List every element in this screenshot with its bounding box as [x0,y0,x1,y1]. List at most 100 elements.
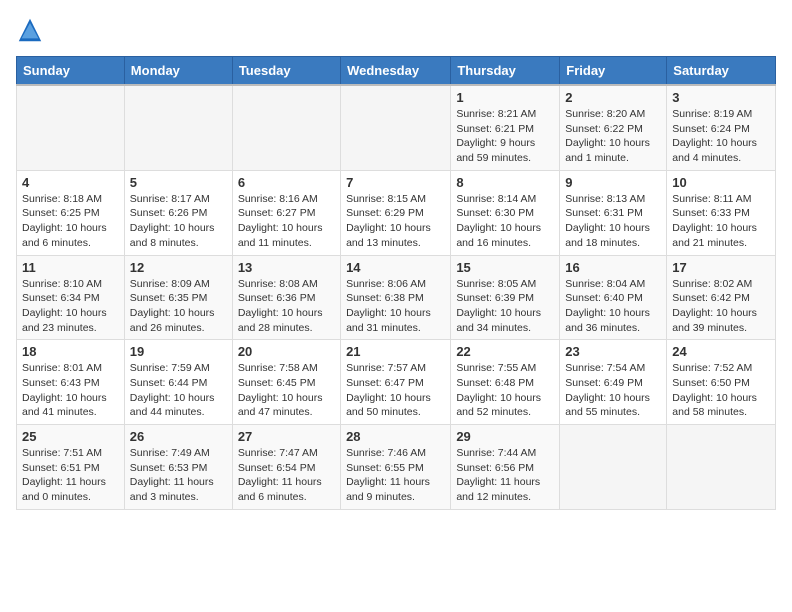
day-number: 19 [130,344,227,359]
calendar-cell: 12 Sunrise: 8:09 AM Sunset: 6:35 PM Dayli… [124,255,232,340]
calendar-cell: 26Sunrise: 7:49 AM Sunset: 6:53 PM Dayli… [124,425,232,510]
logo-icon [16,16,44,44]
calendar-cell [560,425,667,510]
day-number: 15 [456,260,554,275]
calendar-cell: 9 Sunrise: 8:13 AM Sunset: 6:31 PM Daylig… [560,170,667,255]
day-info: Sunrise: 8:09 AM Sunset: 6:35 PM Dayligh… [130,277,227,336]
calendar-cell: 7Sunrise: 8:15 AM Sunset: 6:29 PM Daylig… [341,170,451,255]
day-number: 17 [672,260,770,275]
calendar-cell: 2 Sunrise: 8:20 AM Sunset: 6:22 PM Daylig… [560,85,667,170]
week-row-5: 25Sunrise: 7:51 AM Sunset: 6:51 PM Dayli… [17,425,776,510]
day-info: Sunrise: 7:55 AM Sunset: 6:48 PM Dayligh… [456,361,554,420]
calendar-body: 1 Sunrise: 8:21 AM Sunset: 6:21 PM Daylig… [17,85,776,509]
day-number: 8 [456,175,554,190]
calendar-cell: 21Sunrise: 7:57 AM Sunset: 6:47 PM Dayli… [341,340,451,425]
day-number: 27 [238,429,335,444]
week-row-1: 1 Sunrise: 8:21 AM Sunset: 6:21 PM Daylig… [17,85,776,170]
day-number: 25 [22,429,119,444]
day-info: Sunrise: 8:20 AM Sunset: 6:22 PM Dayligh… [565,107,661,166]
calendar-cell [124,85,232,170]
day-info: Sunrise: 7:52 AM Sunset: 6:50 PM Dayligh… [672,361,770,420]
weekday-header-saturday: Saturday [667,57,776,86]
day-number: 26 [130,429,227,444]
weekday-header-friday: Friday [560,57,667,86]
calendar-header: SundayMondayTuesdayWednesdayThursdayFrid… [17,57,776,86]
day-number: 21 [346,344,445,359]
day-number: 1 [456,90,554,105]
weekday-header-thursday: Thursday [451,57,560,86]
day-info: Sunrise: 8:17 AM Sunset: 6:26 PM Dayligh… [130,192,227,251]
day-info: Sunrise: 8:05 AM Sunset: 6:39 PM Dayligh… [456,277,554,336]
day-info: Sunrise: 8:15 AM Sunset: 6:29 PM Dayligh… [346,192,445,251]
calendar-cell: 3 Sunrise: 8:19 AM Sunset: 6:24 PM Daylig… [667,85,776,170]
day-number: 9 [565,175,661,190]
calendar-cell: 27Sunrise: 7:47 AM Sunset: 6:54 PM Dayli… [232,425,340,510]
day-number: 20 [238,344,335,359]
calendar-cell: 18Sunrise: 8:01 AM Sunset: 6:43 PM Dayli… [17,340,125,425]
weekday-header-monday: Monday [124,57,232,86]
calendar-cell: 15 Sunrise: 8:05 AM Sunset: 6:39 PM Dayli… [451,255,560,340]
day-number: 24 [672,344,770,359]
day-info: Sunrise: 8:10 AM Sunset: 6:34 PM Dayligh… [22,277,119,336]
day-info: Sunrise: 7:59 AM Sunset: 6:44 PM Dayligh… [130,361,227,420]
day-number: 12 [130,260,227,275]
week-row-4: 18Sunrise: 8:01 AM Sunset: 6:43 PM Dayli… [17,340,776,425]
week-row-2: 4 Sunrise: 8:18 AM Sunset: 6:25 PM Daylig… [17,170,776,255]
day-number: 28 [346,429,445,444]
calendar-cell: 19 Sunrise: 7:59 AM Sunset: 6:44 PM Dayli… [124,340,232,425]
calendar-cell: 6Sunrise: 8:16 AM Sunset: 6:27 PM Daylig… [232,170,340,255]
day-number: 11 [22,260,119,275]
calendar-cell: 4 Sunrise: 8:18 AM Sunset: 6:25 PM Daylig… [17,170,125,255]
logo [16,16,48,44]
day-number: 14 [346,260,445,275]
day-number: 22 [456,344,554,359]
day-info: Sunrise: 8:21 AM Sunset: 6:21 PM Dayligh… [456,107,554,166]
calendar-cell: 16 Sunrise: 8:04 AM Sunset: 6:40 PM Dayli… [560,255,667,340]
calendar-cell: 8 Sunrise: 8:14 AM Sunset: 6:30 PM Daylig… [451,170,560,255]
calendar-cell [232,85,340,170]
day-info: Sunrise: 8:04 AM Sunset: 6:40 PM Dayligh… [565,277,661,336]
day-number: 2 [565,90,661,105]
calendar-cell: 10 Sunrise: 8:11 AM Sunset: 6:33 PM Dayli… [667,170,776,255]
calendar-cell: 20 Sunrise: 7:58 AM Sunset: 6:45 PM Dayli… [232,340,340,425]
calendar-table: SundayMondayTuesdayWednesdayThursdayFrid… [16,56,776,510]
day-info: Sunrise: 7:58 AM Sunset: 6:45 PM Dayligh… [238,361,335,420]
calendar-cell: 11 Sunrise: 8:10 AM Sunset: 6:34 PM Dayli… [17,255,125,340]
weekday-header-wednesday: Wednesday [341,57,451,86]
page-header [16,16,776,44]
day-number: 23 [565,344,661,359]
day-number: 5 [130,175,227,190]
weekday-header-sunday: Sunday [17,57,125,86]
day-number: 3 [672,90,770,105]
day-info: Sunrise: 8:02 AM Sunset: 6:42 PM Dayligh… [672,277,770,336]
day-info: Sunrise: 8:08 AM Sunset: 6:36 PM Dayligh… [238,277,335,336]
calendar-cell: 1 Sunrise: 8:21 AM Sunset: 6:21 PM Daylig… [451,85,560,170]
day-info: Sunrise: 8:11 AM Sunset: 6:33 PM Dayligh… [672,192,770,251]
calendar-cell: 29 Sunrise: 7:44 AM Sunset: 6:56 PM Dayli… [451,425,560,510]
day-info: Sunrise: 8:14 AM Sunset: 6:30 PM Dayligh… [456,192,554,251]
day-number: 4 [22,175,119,190]
day-info: Sunrise: 7:44 AM Sunset: 6:56 PM Dayligh… [456,446,554,505]
day-number: 6 [238,175,335,190]
calendar-cell: 24 Sunrise: 7:52 AM Sunset: 6:50 PM Dayli… [667,340,776,425]
calendar-cell: 22 Sunrise: 7:55 AM Sunset: 6:48 PM Dayli… [451,340,560,425]
calendar-cell: 13Sunrise: 8:08 AM Sunset: 6:36 PM Dayli… [232,255,340,340]
day-number: 16 [565,260,661,275]
calendar-cell: 5 Sunrise: 8:17 AM Sunset: 6:26 PM Daylig… [124,170,232,255]
calendar-cell: 14 Sunrise: 8:06 AM Sunset: 6:38 PM Dayli… [341,255,451,340]
calendar-cell [341,85,451,170]
calendar-cell: 17 Sunrise: 8:02 AM Sunset: 6:42 PM Dayli… [667,255,776,340]
week-row-3: 11 Sunrise: 8:10 AM Sunset: 6:34 PM Dayli… [17,255,776,340]
day-info: Sunrise: 8:19 AM Sunset: 6:24 PM Dayligh… [672,107,770,166]
day-info: Sunrise: 7:54 AM Sunset: 6:49 PM Dayligh… [565,361,661,420]
day-number: 29 [456,429,554,444]
day-info: Sunrise: 8:18 AM Sunset: 6:25 PM Dayligh… [22,192,119,251]
weekday-header-tuesday: Tuesday [232,57,340,86]
day-number: 18 [22,344,119,359]
calendar-cell [667,425,776,510]
day-info: Sunrise: 8:13 AM Sunset: 6:31 PM Dayligh… [565,192,661,251]
calendar-cell: 23 Sunrise: 7:54 AM Sunset: 6:49 PM Dayli… [560,340,667,425]
weekday-header-row: SundayMondayTuesdayWednesdayThursdayFrid… [17,57,776,86]
day-info: Sunrise: 8:06 AM Sunset: 6:38 PM Dayligh… [346,277,445,336]
day-number: 10 [672,175,770,190]
